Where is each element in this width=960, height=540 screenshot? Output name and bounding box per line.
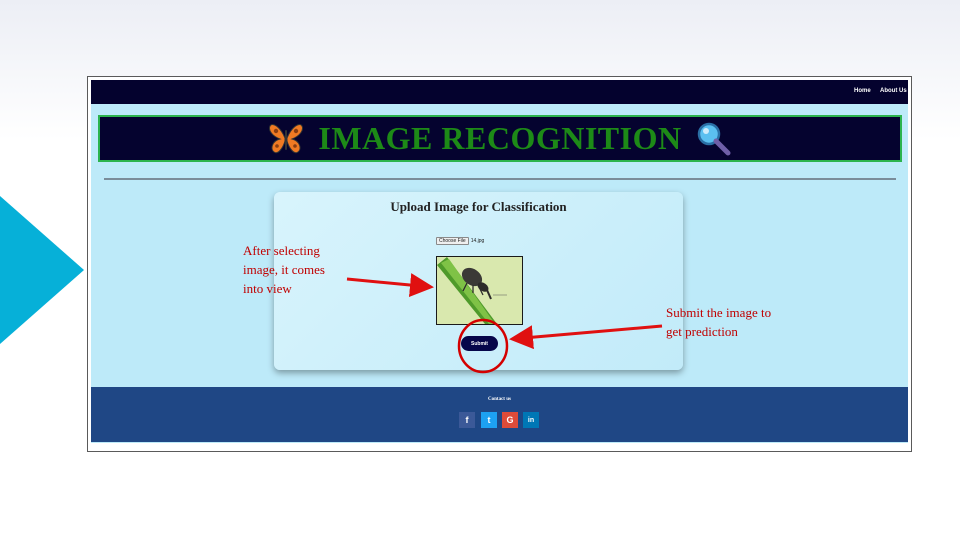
submit-button[interactable]: Submit (461, 336, 498, 351)
beetle-photo (437, 257, 522, 324)
annotation-left-line-2: image, it comes (243, 262, 325, 277)
nav-home-link[interactable]: Home (854, 88, 871, 94)
nav-about-link[interactable]: About Us (880, 88, 907, 94)
google-icon[interactable]: G (502, 412, 518, 428)
facebook-icon[interactable]: f (459, 412, 475, 428)
annotation-left-line-1: After selecting (243, 243, 320, 258)
twitter-icon[interactable]: t (481, 412, 497, 428)
upload-card: Upload Image for Classification Choose F… (274, 192, 683, 370)
annotation-left: After selecting image, it comes into vie… (243, 241, 325, 298)
footer-title: Contact us (488, 397, 511, 402)
browser-screenshot: Home About Us IMAGE RECOGNITION Upload I… (87, 76, 912, 452)
file-input[interactable]: Choose File 14.jpg (436, 237, 484, 245)
navbar: Home About Us (91, 80, 908, 104)
footer: Contact us f t G in (91, 387, 908, 442)
linkedin-icon[interactable]: in (523, 412, 539, 428)
butterfly-icon (269, 123, 304, 153)
annotation-left-line-3: into view (243, 281, 292, 296)
annotation-right-line-2: get prediction (666, 324, 738, 339)
annotation-right: Submit the image to get prediction (666, 303, 771, 341)
slide-accent-triangle (0, 196, 84, 344)
title-banner: IMAGE RECOGNITION (98, 115, 902, 162)
magnifier-icon (697, 122, 731, 155)
image-preview (436, 256, 523, 325)
annotation-right-line-1: Submit the image to (666, 305, 772, 320)
banner-title: IMAGE RECOGNITION (318, 120, 682, 156)
web-page: Home About Us IMAGE RECOGNITION Upload I… (91, 80, 908, 443)
choose-file-button[interactable]: Choose File (436, 237, 469, 245)
divider-line (104, 178, 896, 180)
selected-file-name: 14.jpg (470, 238, 485, 244)
upload-title: Upload Image for Classification (390, 199, 567, 214)
